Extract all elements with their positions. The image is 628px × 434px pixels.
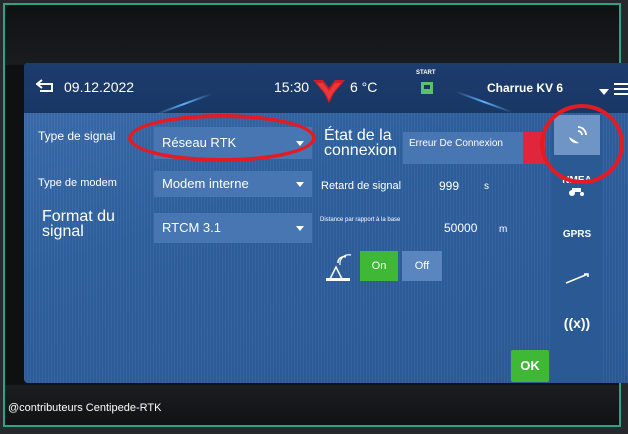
- massey-ferguson-logo-icon: [313, 80, 345, 103]
- signal-delay-value: 999: [439, 179, 460, 193]
- sidebar-item-broadcast[interactable]: ((x)): [554, 315, 600, 337]
- top-bar: 09.12.2022 15:30 6 °C START Charrue KV 6: [24, 63, 628, 116]
- tractor-icon: [569, 188, 584, 196]
- terminal-screen: 09.12.2022 15:30 6 °C START Charrue KV 6…: [24, 63, 628, 383]
- base-distance-value: 50000: [444, 221, 478, 235]
- signal-format-label: Format du signal: [42, 208, 115, 240]
- sidebar-item-gprs[interactable]: GPRS: [554, 229, 600, 247]
- modem-type-select[interactable]: Modem interne: [154, 171, 312, 197]
- base-distance-label: Distance par rapport à la base: [320, 217, 401, 223]
- start-label: START: [416, 70, 436, 76]
- highlight-ellipse-satellite: [540, 104, 624, 184]
- screen-bezel-top: [5, 5, 619, 65]
- time-text: 15:30: [274, 79, 310, 95]
- sidebar-item-slope[interactable]: [554, 271, 600, 291]
- photo: 09.12.2022 15:30 6 °C START Charrue KV 6…: [0, 0, 628, 434]
- menu-icon[interactable]: [614, 83, 628, 95]
- signal-format-select[interactable]: RTCM 3.1: [154, 213, 312, 243]
- chevron-down-icon: [296, 182, 304, 187]
- modem-type-label: Type de modem: [38, 177, 117, 189]
- signal-type-label: Type de signal: [38, 129, 116, 143]
- date-text: 09.12.2022: [64, 79, 135, 95]
- base-station-icon: [326, 254, 352, 281]
- toggle-off-button[interactable]: Off: [402, 251, 442, 281]
- implement-name[interactable]: Charrue KV 6: [487, 81, 563, 95]
- chevron-down-icon: [296, 226, 304, 231]
- start-icon[interactable]: [419, 80, 435, 96]
- toggle-on-button[interactable]: On: [360, 251, 398, 281]
- temperature-text: 6 °C: [350, 79, 378, 95]
- base-distance-unit: m: [499, 224, 508, 235]
- highlight-ellipse-signal-type: [128, 114, 316, 162]
- decor-arc: [155, 92, 213, 116]
- implement-dropdown-caret-icon[interactable]: [599, 89, 609, 95]
- ok-button[interactable]: OK: [511, 350, 549, 382]
- signal-slope-icon: [565, 273, 589, 284]
- modem-type-value: Modem interne: [162, 176, 249, 191]
- back-icon[interactable]: [36, 79, 56, 93]
- signal-format-value: RTCM 3.1: [162, 220, 221, 235]
- signal-delay-unit: s: [484, 181, 489, 192]
- connection-state-label: État de la connexion: [324, 127, 397, 159]
- watermark-text: @contributeurs Centipede-RTK: [8, 402, 162, 414]
- signal-delay-label: Retard de signal: [321, 180, 402, 192]
